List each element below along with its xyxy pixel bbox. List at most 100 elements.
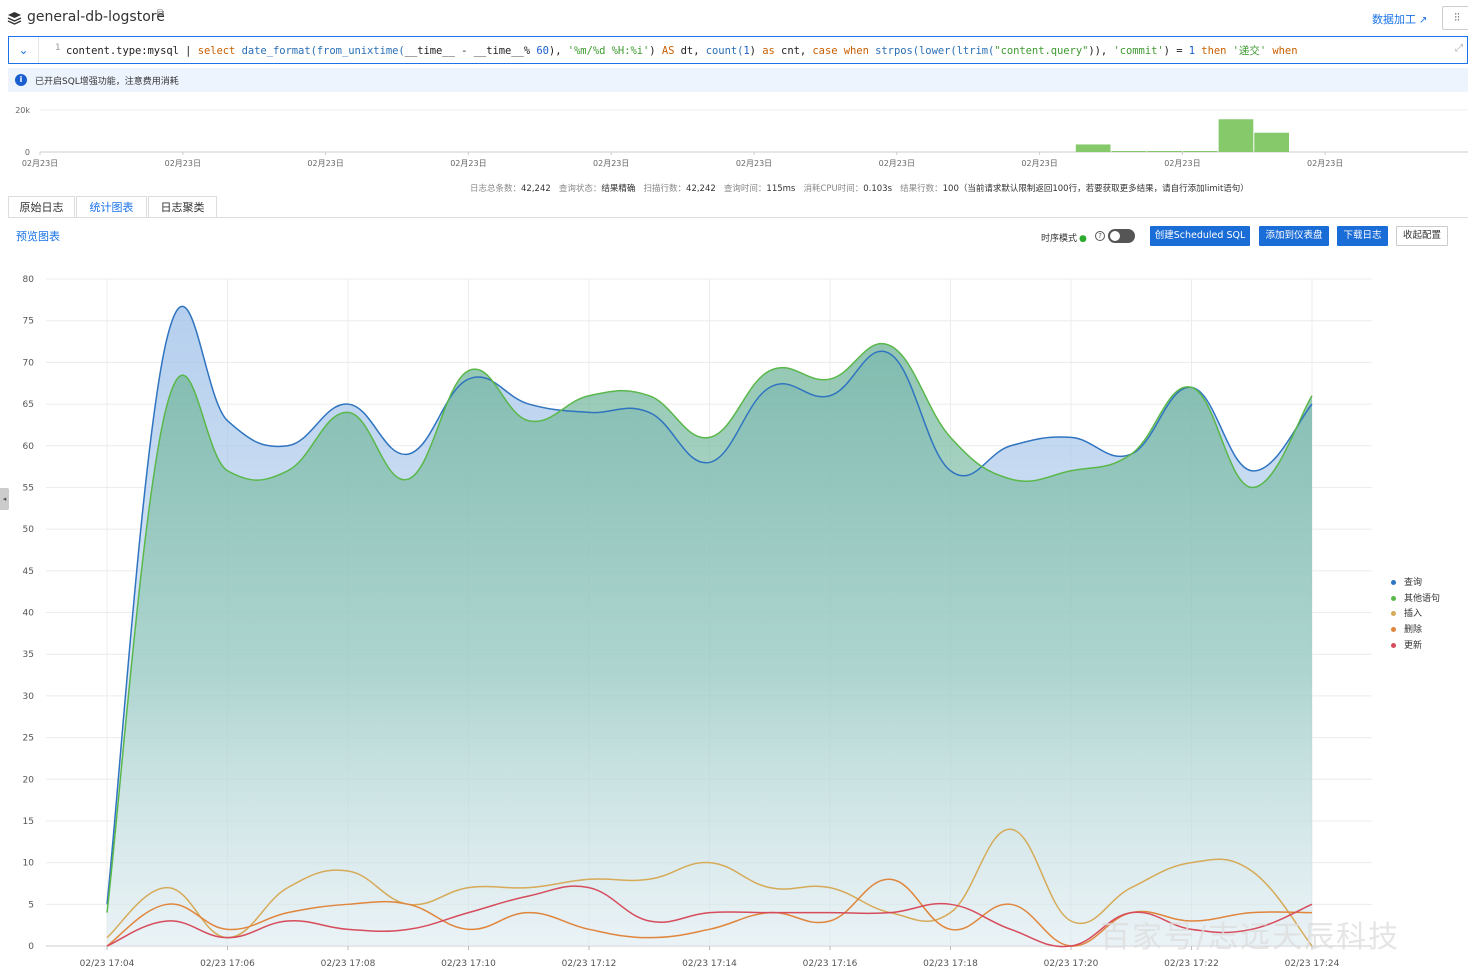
- query-token: __time__ - __time__%: [404, 45, 537, 57]
- chart-y-tick-label: 25: [23, 734, 34, 744]
- preview-chart-link[interactable]: 预览图表: [16, 228, 60, 244]
- chart-y-tick-label: 30: [23, 692, 35, 702]
- stat-status-label: 查询状态：: [558, 184, 602, 194]
- data-process-link[interactable]: 数据加工 ↗: [1372, 11, 1427, 27]
- chart-x-tick-label: 02/23 17:16: [803, 959, 858, 969]
- info-icon: i: [15, 74, 27, 86]
- log-histogram[interactable]: 20k 0 02月23日 02月23日 02月23日 02月23日 02月23日 02月23日…: [8, 100, 1468, 178]
- query-token: '%m/%d %H:%i': [567, 45, 650, 57]
- query-token: 1: [1188, 45, 1202, 57]
- tab-raw-logs[interactable]: 原始日志: [8, 196, 75, 218]
- query-token: ),: [548, 45, 568, 57]
- query-text[interactable]: content.type:mysql | select date_format(…: [66, 43, 1298, 58]
- timeseries-mode-label: 时序模式 ●: [1041, 231, 1087, 244]
- help-icon[interactable]: ?: [1095, 231, 1105, 241]
- histogram-svg[interactable]: 20k 0 02月23日 02月23日 02月23日 02月23日 02月23日 02月23日…: [8, 100, 1468, 178]
- chart-x-tick-label: 02/23 17:08: [321, 959, 376, 969]
- chart-y-tick-label: 80: [23, 275, 35, 285]
- chart-x-tick-label: 02/23 17:24: [1285, 959, 1340, 969]
- histogram-x-label: 02月23日: [1164, 159, 1200, 168]
- download-logs-button[interactable]: 下载日志: [1337, 226, 1388, 246]
- query-token: select: [197, 45, 242, 57]
- legend-swatch-icon: [1391, 580, 1396, 585]
- histogram-bar[interactable]: [1182, 151, 1218, 152]
- histogram-bar[interactable]: [1111, 151, 1147, 152]
- query-token: cnt,: [781, 45, 813, 57]
- stat-cpu-label: 消耗CPU时间：: [803, 184, 864, 194]
- query-token: "content.query": [994, 45, 1089, 57]
- histogram-x-label: 02月23日: [165, 159, 201, 168]
- histogram-x-label: 02月23日: [1021, 159, 1057, 168]
- legend-label: 插入: [1404, 609, 1423, 620]
- histogram-bar[interactable]: [1254, 132, 1289, 152]
- histogram-x-label: 02月23日: [736, 159, 772, 168]
- legend-item[interactable]: 查询: [1391, 576, 1440, 592]
- timeseries-mode-text: 时序模式: [1041, 234, 1078, 244]
- histogram-x-label: 02月23日: [879, 159, 915, 168]
- query-token: count(: [705, 45, 744, 57]
- stat-cpu: 0.103s: [863, 184, 893, 194]
- expand-editor-icon[interactable]: ⤢: [1455, 43, 1463, 54]
- tab-log-clustering[interactable]: 日志聚类: [148, 196, 217, 218]
- add-to-dashboard-button[interactable]: 添加到仪表盘: [1259, 226, 1329, 246]
- query-token: ): [649, 45, 662, 57]
- chart-y-tick-label: 40: [23, 609, 35, 619]
- chart-x-tick-label: 02/23 17:04: [80, 959, 135, 969]
- legend-item[interactable]: 插入: [1391, 607, 1440, 623]
- histogram-x-label: 02月23日: [1307, 159, 1343, 168]
- legend-label: 删除: [1404, 625, 1423, 636]
- tab-divider: [8, 217, 1468, 218]
- histogram-y-tick: 0: [25, 148, 30, 157]
- chart-y-tick-label: 60: [23, 442, 35, 452]
- query-token: 'commit': [1113, 45, 1164, 57]
- collapse-config-button[interactable]: 收起配置: [1396, 226, 1448, 246]
- timeseries-mode-toggle[interactable]: [1108, 229, 1135, 243]
- tab-statistics-chart[interactable]: 统计图表: [76, 196, 147, 218]
- status-dot-icon: ●: [1079, 234, 1087, 244]
- stat-time-label: 查询时间：: [723, 184, 767, 194]
- top-bar: general-db-logstore ⧉ 数据加工 ↗ ⫶⫶: [0, 0, 1468, 36]
- chart-y-tick-label: 55: [23, 483, 34, 493]
- legend-item[interactable]: 其他语句: [1391, 592, 1440, 608]
- legend-item[interactable]: 删除: [1391, 623, 1440, 639]
- query-token: case when: [812, 45, 876, 57]
- copy-icon[interactable]: ⧉: [157, 8, 164, 19]
- histogram-bar[interactable]: [1218, 119, 1254, 152]
- chart-y-tick-label: 50: [23, 525, 35, 535]
- histogram-bar[interactable]: [1075, 144, 1111, 152]
- logstore-title: general-db-logstore: [27, 9, 165, 25]
- stat-scan-label: 扫描行数：: [643, 184, 687, 194]
- chart-y-tick-label: 75: [23, 317, 34, 327]
- sql-enhance-notice: i 已开启SQL增强功能，注意费用消耗: [8, 68, 1468, 92]
- query-token: ) =: [1163, 45, 1189, 57]
- histogram-y-tick: 20k: [15, 106, 30, 115]
- stat-status: 结果精确: [601, 184, 636, 194]
- histogram-x-label: 02月23日: [22, 159, 58, 168]
- query-token: 60: [536, 45, 549, 57]
- query-token: as: [762, 45, 782, 57]
- query-token: AS: [661, 45, 681, 57]
- query-token: '递交': [1232, 45, 1273, 57]
- chart-y-tick-label: 20: [23, 775, 35, 785]
- query-editor[interactable]: ⌄ 1 content.type:mysql | select date_for…: [8, 36, 1468, 64]
- legend-item[interactable]: 更新: [1391, 639, 1440, 655]
- stat-time: 115ms: [766, 184, 796, 194]
- legend-swatch-icon: [1391, 627, 1396, 633]
- chart-x-tick-label: 02/23 17:06: [200, 959, 255, 969]
- histogram-bar[interactable]: [1147, 151, 1182, 152]
- chart-y-tick-label: 15: [23, 817, 34, 827]
- line-number: 1: [55, 43, 61, 53]
- legend-swatch-icon: [1391, 595, 1396, 601]
- stat-scan: 42,242: [686, 184, 716, 194]
- create-scheduled-sql-button[interactable]: 创建Scheduled SQL: [1150, 226, 1250, 246]
- legend-swatch-icon: [1391, 642, 1396, 648]
- sliders-icon[interactable]: ⫶⫶: [1442, 6, 1468, 30]
- chart-y-tick-label: 65: [23, 400, 34, 410]
- chart-x-tick-label: 02/23 17:10: [441, 959, 496, 969]
- chevron-down-icon[interactable]: ⌄: [9, 37, 39, 63]
- chart-x-tick-label: 02/23 17:20: [1044, 959, 1099, 969]
- query-token: dt,: [680, 45, 706, 57]
- histogram-x-label: 02月23日: [593, 159, 629, 168]
- chart-x-tick-label: 02/23 17:12: [562, 959, 617, 969]
- main-chart[interactable]: 0 5 10 15 20 25 30 35 40 45 50 55 60 65 70 75 80 02/23 17…: [0, 262, 1468, 976]
